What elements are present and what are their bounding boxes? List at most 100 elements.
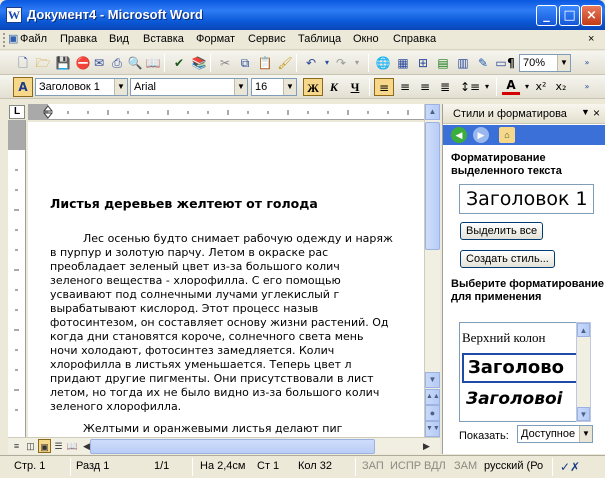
menu-tools[interactable]: Сервис — [248, 33, 286, 45]
align-left-icon[interactable]: ≡ — [374, 78, 394, 96]
chevron-down-icon[interactable]: ▼ — [283, 79, 296, 95]
research-books-icon[interactable]: 📚 — [190, 54, 208, 72]
vertical-ruler[interactable] — [8, 120, 26, 437]
styles-list[interactable]: Верхний колон ¶ Заголово ¶ Заголовоі ¶ — [459, 322, 590, 422]
minimize-button[interactable]: _ — [536, 5, 557, 26]
close-document-button[interactable]: × — [588, 33, 594, 45]
create-style-button[interactable]: Создать стиль... — [460, 250, 555, 268]
line-spacing-icon[interactable]: ↕≡ — [460, 78, 480, 96]
document-line[interactable]: преобладает зеленый цвет из-за большого … — [50, 260, 340, 273]
forward-icon[interactable]: ▶ — [473, 127, 489, 143]
scroll-right-button[interactable]: ▶ — [420, 439, 433, 453]
status-overtype[interactable]: ЗАМ — [454, 460, 477, 472]
back-icon[interactable]: ◀ — [451, 127, 467, 143]
select-browse-object-icon[interactable]: ● — [425, 405, 440, 421]
menu-window[interactable]: Окно — [353, 33, 379, 45]
styles-list-scrollbar[interactable]: ▲ ▼ — [576, 322, 591, 422]
select-all-button[interactable]: Выделить все — [460, 222, 544, 240]
show-combo[interactable]: Доступное ▼ — [517, 425, 593, 443]
document-line[interactable]: вырабатывают кислород. Этот процесс назы… — [50, 302, 318, 315]
email-icon[interactable]: ✉ — [90, 54, 108, 72]
cut-icon[interactable]: ✂ — [216, 54, 234, 72]
normal-view-icon[interactable]: ≡ — [10, 439, 23, 453]
document-line[interactable]: ночи холодают, фотосинтез замедляется. К… — [50, 344, 334, 357]
list-scroll-down[interactable]: ▼ — [577, 407, 590, 421]
research-icon[interactable]: 📖 — [144, 54, 162, 72]
scroll-thumb[interactable] — [425, 122, 440, 250]
columns-icon[interactable]: ▥ — [454, 54, 472, 72]
chevron-down-icon[interactable]: ▼ — [114, 79, 127, 95]
toolbar-options-icon[interactable]: » — [578, 54, 596, 72]
home-icon[interactable]: ⌂ — [499, 127, 515, 143]
title-bar[interactable]: W Документ4 - Microsoft Word _ □ × — [0, 0, 605, 30]
print-preview-icon[interactable]: 🔍 — [126, 54, 144, 72]
bold-button[interactable]: Ж — [303, 78, 323, 96]
document-line[interactable]: летом, но тогда их не было видно из-за б… — [50, 386, 379, 399]
document-line[interactable]: придают другие пигменты. Они присутствов… — [50, 372, 374, 385]
menu-edit[interactable]: Правка — [60, 33, 97, 45]
styles-formatting-pane-icon[interactable]: A — [13, 77, 33, 97]
show-hide-icon[interactable]: ¶ — [502, 54, 520, 72]
document-line[interactable]: усваивают под солнечными лучами углекисл… — [50, 288, 339, 301]
next-page-button[interactable]: ▼▼ — [425, 421, 440, 437]
chevron-down-icon[interactable]: ▼ — [579, 426, 592, 442]
drawing-icon[interactable]: ✎ — [474, 54, 492, 72]
previous-page-button[interactable]: ▲▲ — [425, 389, 440, 405]
align-right-icon[interactable]: ≡ — [416, 78, 434, 96]
document-line[interactable]: зеленого вещества - хлорофилла. С его по… — [50, 274, 341, 287]
line-spacing-dropdown-icon[interactable]: ▾ — [478, 78, 496, 96]
insert-excel-icon[interactable]: ▤ — [434, 54, 452, 72]
justify-icon[interactable]: ≣ — [436, 78, 454, 96]
document-line[interactable]: Желтыми и оранжевыми листья делают пиг — [83, 422, 342, 435]
style-item-header[interactable]: Верхний колон ¶ — [462, 330, 589, 346]
outline-view-icon[interactable]: ☰ — [52, 439, 65, 453]
menu-file[interactable]: Файл — [20, 33, 47, 45]
format-painter-icon[interactable]: 🖌 — [276, 54, 294, 72]
horizontal-scrollbar[interactable]: ≡ ◫ ▣ ☰ 📖 ◀ ▶ — [8, 437, 440, 454]
style-item-heading2[interactable]: Заголовоі ¶ — [462, 389, 589, 409]
menu-table[interactable]: Таблица — [298, 33, 341, 45]
scroll-down-button[interactable]: ▼ — [425, 372, 440, 388]
close-button[interactable]: × — [581, 5, 602, 26]
font-combo[interactable]: Arial ▼ — [130, 78, 248, 96]
new-icon[interactable]: 🗋 — [14, 54, 32, 72]
pane-close-icon[interactable]: × — [593, 106, 600, 120]
style-item-heading1[interactable]: Заголово ¶ — [462, 353, 589, 383]
document-line[interactable]: фотосинтезом, он составляет основу жизни… — [50, 316, 389, 329]
insert-table-icon[interactable]: ⊞ — [414, 54, 432, 72]
menu-help[interactable]: Справка — [393, 33, 436, 45]
superscript-icon[interactable]: x² — [532, 78, 550, 96]
paste-icon[interactable]: 📋 — [256, 54, 274, 72]
menu-insert[interactable]: Вставка — [143, 33, 184, 45]
document-line[interactable]: в пурпур и золотую парчу. Летом в окраск… — [50, 246, 328, 259]
document-heading[interactable]: Листья деревьев желтеют от голода — [50, 196, 318, 211]
chevron-down-icon[interactable]: ▼ — [557, 55, 570, 71]
word-app-icon[interactable]: W — [6, 7, 22, 23]
tables-borders-icon[interactable]: ▦ — [394, 54, 412, 72]
font-size-combo[interactable]: 16 ▼ — [251, 78, 297, 96]
menu-view[interactable]: Вид — [109, 33, 129, 45]
save-icon[interactable]: 💾 — [54, 54, 72, 72]
status-record[interactable]: ЗАП — [362, 460, 384, 472]
align-center-icon[interactable]: ≡ — [396, 78, 414, 96]
horizontal-ruler[interactable] — [28, 104, 424, 120]
underline-button[interactable]: Ч — [345, 78, 365, 96]
scroll-up-button[interactable]: ▲ — [425, 104, 440, 120]
pane-title[interactable]: Стили и форматирова — [453, 108, 567, 120]
menu-format[interactable]: Формат — [196, 33, 235, 45]
zoom-combo[interactable]: 70% ▼ — [519, 54, 571, 72]
hyperlink-icon[interactable]: 🌐 — [374, 54, 392, 72]
web-layout-view-icon[interactable]: ◫ — [24, 439, 37, 453]
chevron-down-icon[interactable]: ▼ — [234, 79, 247, 95]
style-combo[interactable]: Заголовок 1 ▼ — [35, 78, 128, 96]
list-scroll-up[interactable]: ▲ — [577, 323, 590, 337]
italic-button[interactable]: К — [324, 78, 344, 96]
spelling-icon[interactable]: ✔ — [170, 54, 188, 72]
maximize-button[interactable]: □ — [559, 5, 580, 26]
document-line[interactable]: когда дни становятся короче, солнечного … — [50, 330, 363, 343]
pane-menu-dropdown-icon[interactable]: ▼ — [581, 107, 590, 117]
tab-selector[interactable]: L — [9, 105, 25, 119]
print-icon[interactable]: ⎙ — [108, 54, 126, 72]
document-page[interactable]: Листья деревьев желтеют от голода Лес ос… — [28, 122, 424, 437]
copy-icon[interactable]: ⧉ — [236, 54, 254, 72]
